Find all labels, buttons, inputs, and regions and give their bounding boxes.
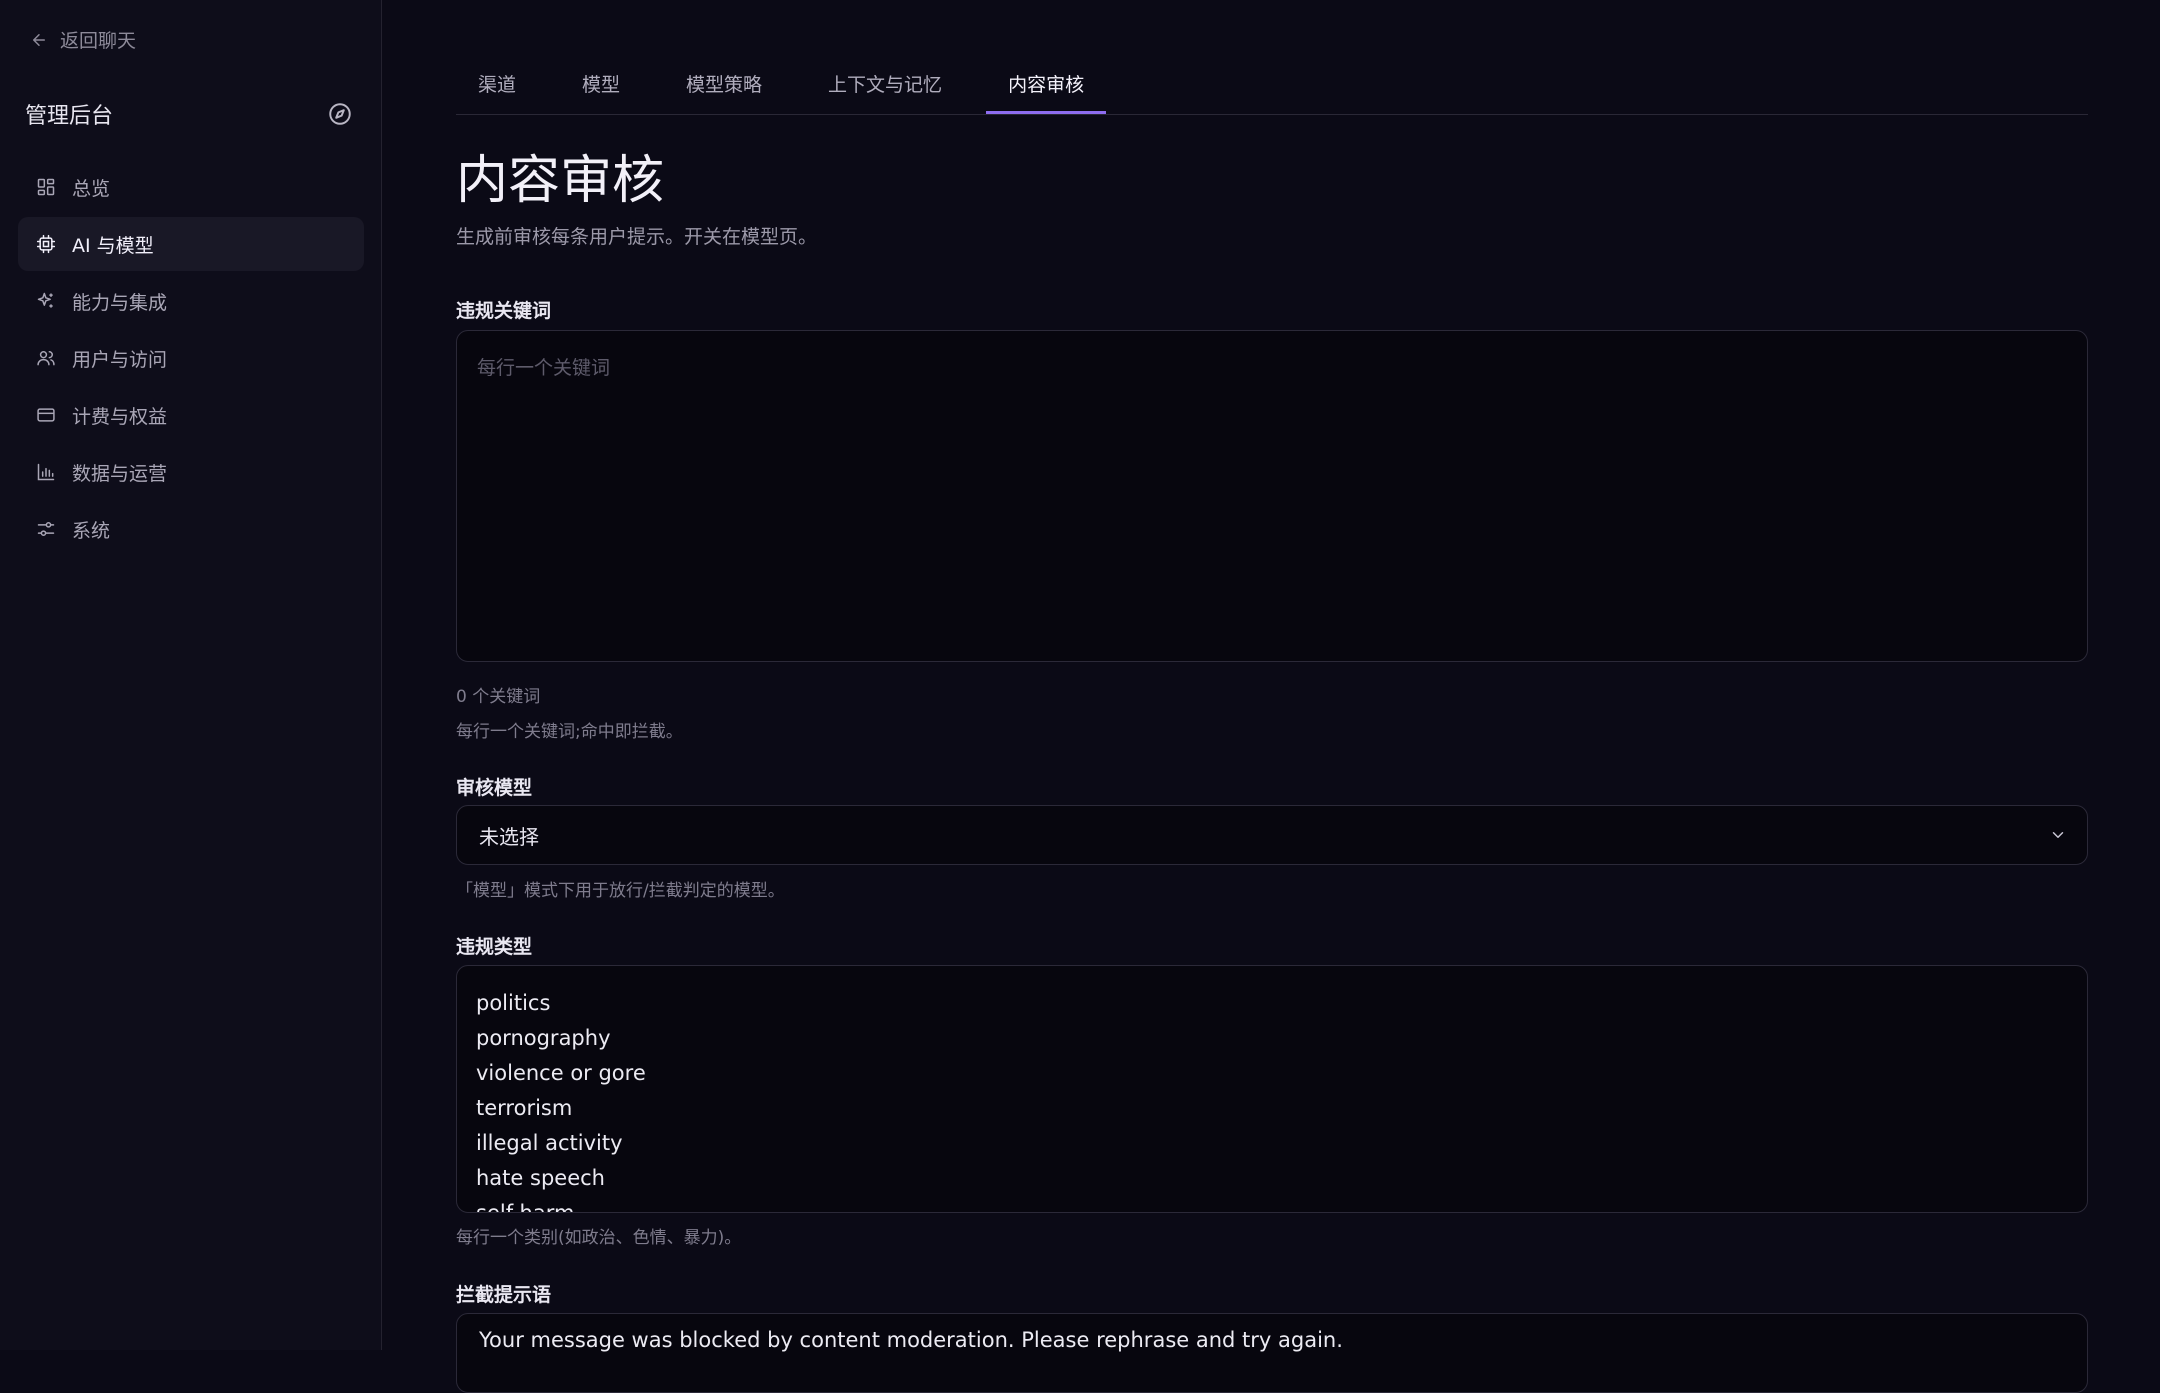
violation-types-textarea[interactable]: politics pornography violence or gore te… — [456, 965, 2088, 1213]
keywords-textarea[interactable]: 每行一个关键词 — [456, 330, 2088, 662]
sidebar: 返回聊天 管理后台 总览 AI 与模型 能力与集成 用户与访问 计费与权益 数据… — [0, 0, 382, 1350]
tab-channels[interactable]: 渠道 — [456, 52, 538, 114]
list-item: pornography — [476, 1026, 611, 1050]
tab-model-strategy[interactable]: 模型策略 — [664, 52, 784, 114]
sidebar-title: 管理后台 — [25, 104, 114, 129]
users-icon — [37, 351, 55, 366]
list-item: politics — [476, 991, 551, 1015]
violation-types-label: 违规类型 — [456, 936, 533, 958]
sidebar-item-label: 总览 — [72, 177, 111, 200]
sidebar-item-label: 系统 — [72, 519, 111, 542]
list-item: terrorism — [476, 1096, 573, 1120]
sidebar-item-label: 数据与运营 — [72, 462, 168, 485]
block-message-value: Your message was blocked by content mode… — [479, 1328, 1343, 1352]
list-item: hate speech — [476, 1166, 605, 1190]
list-item: violence or gore — [476, 1061, 646, 1085]
page-subtitle: 生成前审核每条用户提示。开关在模型页。 — [456, 226, 818, 248]
arrow-left-icon — [33, 33, 45, 46]
sidebar-item-label: AI 与模型 — [72, 234, 154, 257]
bar-chart-icon — [37, 463, 55, 481]
keywords-count: 0 个关键词 — [456, 687, 541, 707]
compass-icon[interactable] — [327, 101, 353, 127]
credit-card-icon — [37, 408, 55, 422]
sidebar-item-label: 能力与集成 — [72, 291, 168, 314]
tab-context-memory[interactable]: 上下文与记忆 — [806, 52, 964, 114]
keywords-label: 违规关键词 — [456, 300, 552, 322]
sliders-icon — [37, 522, 55, 536]
tab-models[interactable]: 模型 — [560, 52, 642, 114]
moderation-model-select[interactable]: 未选择 — [456, 805, 2088, 865]
sidebar-item-billing[interactable]: 计费与权益 — [18, 388, 364, 442]
sidebar-item-users[interactable]: 用户与访问 — [18, 331, 364, 385]
sidebar-header: 管理后台 — [25, 96, 353, 132]
sidebar-item-system[interactable]: 系统 — [18, 502, 364, 556]
back-to-chat-link[interactable]: 返回聊天 — [30, 26, 136, 53]
tab-content-moderation[interactable]: 内容审核 — [986, 52, 1107, 114]
moderation-model-hint: 「模型」模式下用于放行/拦截判定的模型。 — [456, 881, 785, 901]
chevron-down-icon — [2052, 832, 2064, 838]
violation-types-hint: 每行一个类别(如政治、色情、暴力)。 — [456, 1228, 742, 1248]
list-item: illegal activity — [476, 1131, 623, 1155]
dashboard-icon — [37, 178, 55, 196]
sidebar-item-capabilities[interactable]: 能力与集成 — [18, 274, 364, 328]
sparkle-icon — [37, 292, 53, 308]
block-message-textarea[interactable]: Your message was blocked by content mode… — [456, 1313, 2088, 1393]
sidebar-item-overview[interactable]: 总览 — [18, 160, 364, 214]
list-item: self-harm — [476, 1201, 575, 1213]
tab-bar: 渠道 模型 模型策略 上下文与记忆 内容审核 — [456, 52, 2088, 115]
violation-types-list: politics pornography violence or gore te… — [476, 986, 646, 1213]
moderation-model-label: 审核模型 — [456, 777, 533, 799]
sidebar-item-label: 计费与权益 — [72, 405, 168, 428]
cpu-icon — [36, 234, 56, 254]
keywords-placeholder: 每行一个关键词 — [477, 357, 611, 379]
sidebar-item-label: 用户与访问 — [72, 348, 168, 371]
page-title: 内容审核 — [456, 151, 665, 211]
sidebar-item-data-ops[interactable]: 数据与运营 — [18, 445, 364, 499]
moderation-model-value: 未选择 — [479, 824, 539, 849]
sidebar-nav: 总览 AI 与模型 能力与集成 用户与访问 计费与权益 数据与运营 系统 — [18, 160, 364, 559]
sidebar-item-ai-models[interactable]: AI 与模型 — [18, 217, 364, 271]
keywords-hint: 每行一个关键词;命中即拦截。 — [456, 722, 683, 742]
back-label: 返回聊天 — [60, 30, 137, 52]
block-message-label: 拦截提示语 — [456, 1284, 552, 1306]
